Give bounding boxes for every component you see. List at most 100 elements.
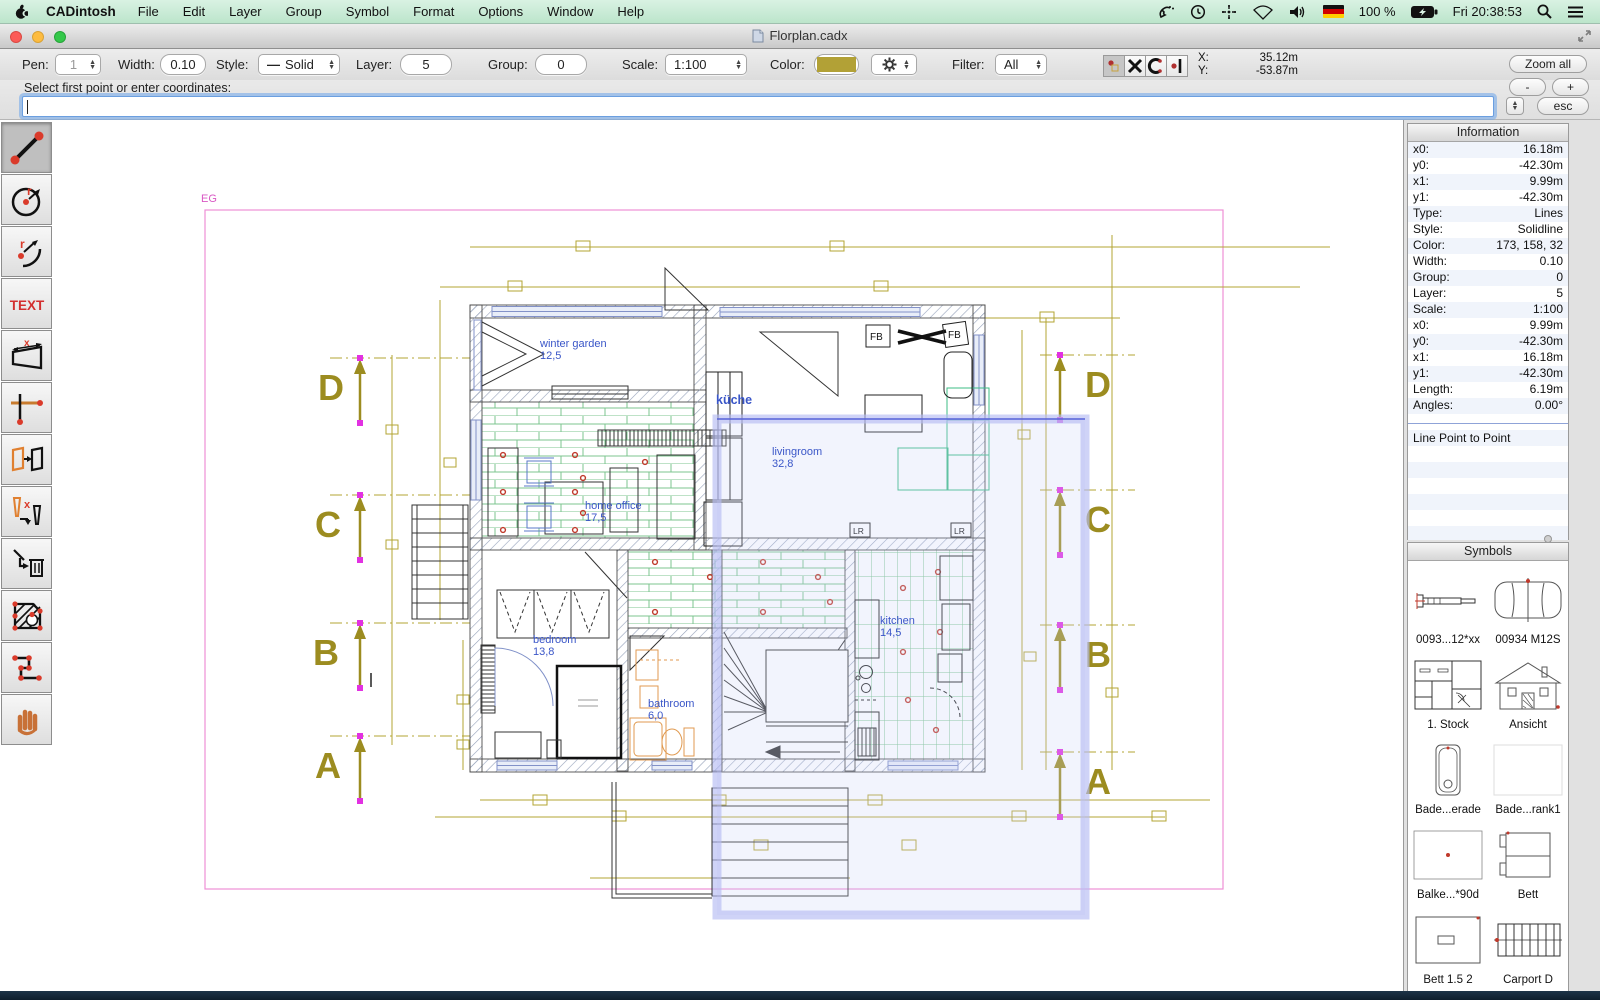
color-label: Color: bbox=[770, 57, 805, 72]
symbol-item[interactable]: 0093...12*xx bbox=[1410, 574, 1486, 646]
symbols-panel: Symbols 0093...12*xx 00934 M12S 1. Stock… bbox=[1407, 542, 1569, 993]
toolbar: Pen: 1 ▲ ▼ Width: 0.10 Style: — Solid ▲ ▼ … bbox=[0, 49, 1600, 80]
style-popup[interactable]: — Solid ▲ ▼ bbox=[258, 54, 340, 75]
document-icon bbox=[752, 29, 764, 43]
group-field[interactable]: 0 bbox=[535, 54, 587, 75]
tool-ortho-point[interactable] bbox=[1, 382, 52, 433]
color-swatch[interactable] bbox=[814, 54, 859, 75]
text-tool-icon: TEXT bbox=[9, 298, 44, 313]
tool-pan[interactable] bbox=[1, 694, 52, 745]
svg-text:D: D bbox=[318, 367, 344, 408]
svg-text:32,8: 32,8 bbox=[772, 458, 793, 470]
svg-text:livingroom: livingroom bbox=[772, 446, 822, 458]
menu-symbol[interactable]: Symbol bbox=[346, 4, 389, 19]
tool-delete[interactable] bbox=[1, 538, 52, 589]
menu-edit[interactable]: Edit bbox=[183, 4, 205, 19]
spotlight-search-icon[interactable] bbox=[1537, 4, 1552, 19]
menu-format[interactable]: Format bbox=[413, 4, 454, 19]
tool-modify-pen[interactable]: x bbox=[1, 486, 52, 537]
symbol-item[interactable]: 00934 M12S bbox=[1490, 574, 1566, 646]
title-bar[interactable]: Florplan.cadx bbox=[0, 24, 1600, 49]
layer-field[interactable]: 5 bbox=[400, 54, 452, 75]
restore-clock-icon[interactable] bbox=[1190, 4, 1206, 20]
wifi-icon[interactable] bbox=[1252, 4, 1274, 20]
snap-edge-toggle[interactable] bbox=[1166, 55, 1188, 77]
info-footer: Line Point to Point bbox=[1413, 431, 1511, 445]
snap-point-toggle[interactable] bbox=[1103, 55, 1125, 77]
coordinate-input[interactable] bbox=[22, 96, 1494, 117]
tool-copy-symbol[interactable] bbox=[1, 434, 52, 485]
notification-list-icon[interactable] bbox=[1567, 5, 1584, 19]
symbol-item[interactable]: Bade...rank1 bbox=[1490, 744, 1566, 816]
svg-text:D: D bbox=[1085, 364, 1111, 405]
svg-text:r: r bbox=[20, 237, 25, 251]
floorplan-canvas[interactable]: EG D C B A D C B A FB FB winter garden12… bbox=[0, 120, 1403, 991]
tool-text[interactable]: TEXT bbox=[1, 278, 52, 329]
modify-pen-tool-icon: x bbox=[12, 496, 41, 525]
svg-text:B: B bbox=[313, 632, 339, 673]
svg-text:12,5: 12,5 bbox=[540, 350, 561, 362]
zoom-in-button[interactable]: + bbox=[1552, 78, 1589, 96]
menu-clock: Fri 20:38:53 bbox=[1452, 4, 1522, 19]
symbol-item[interactable]: Carport D bbox=[1490, 914, 1566, 986]
menu-file[interactable]: File bbox=[138, 4, 159, 19]
car-symbol-icon bbox=[1494, 578, 1562, 622]
tool-circle-radius[interactable]: r bbox=[1, 174, 52, 225]
symbol-item[interactable]: Bett bbox=[1490, 829, 1566, 901]
symbols-panel-title: Symbols bbox=[1408, 543, 1568, 561]
prompt-label: Select first point or enter coordinates: bbox=[24, 81, 232, 95]
menu-group[interactable]: Group bbox=[286, 4, 322, 19]
window-title: Florplan.cadx bbox=[0, 28, 1600, 43]
ortho-tool-icon bbox=[10, 393, 43, 425]
width-field[interactable]: 0.10 bbox=[160, 54, 206, 75]
volume-icon[interactable] bbox=[1289, 4, 1308, 20]
history-stepper[interactable]: ▲ ▼ bbox=[1506, 97, 1524, 115]
symbol-item[interactable]: 1. Stock bbox=[1410, 659, 1486, 731]
x-value: 35.12m bbox=[1259, 52, 1298, 64]
symbol-item[interactable]: Bade...erade bbox=[1410, 744, 1486, 816]
tool-palette: r r TEXT x x bbox=[1, 122, 53, 746]
tool-arc-radius[interactable]: r bbox=[1, 226, 52, 277]
scale-popup[interactable]: 1:100 ▲ ▼ bbox=[665, 54, 747, 75]
menu-status-area: 100 % Fri 20:38:53 bbox=[1158, 4, 1600, 20]
zoom-all-button[interactable]: Zoom all bbox=[1509, 55, 1587, 73]
esc-button[interactable]: esc bbox=[1537, 97, 1589, 115]
layer-label: Layer: bbox=[356, 57, 393, 72]
tool-polyline[interactable] bbox=[1, 642, 52, 693]
svg-text:A: A bbox=[315, 745, 341, 786]
x-label: X: bbox=[1198, 52, 1209, 64]
menu-layer[interactable]: Layer bbox=[229, 4, 262, 19]
menu-bar: CADintosh File Edit Layer Group Symbol F… bbox=[0, 0, 1600, 24]
menu-app-name[interactable]: CADintosh bbox=[46, 4, 116, 19]
svg-text:küche: küche bbox=[716, 393, 752, 407]
bluetooth-icon[interactable] bbox=[1221, 4, 1237, 20]
zoom-out-button[interactable]: - bbox=[1509, 78, 1546, 96]
menu-options[interactable]: Options bbox=[478, 4, 523, 19]
svg-text:14,5: 14,5 bbox=[880, 627, 901, 639]
snap-off-toggle[interactable] bbox=[1124, 55, 1146, 77]
symbol-item[interactable]: Balke...*90d bbox=[1410, 829, 1486, 901]
menu-window[interactable]: Window bbox=[547, 4, 593, 19]
phone-icon[interactable] bbox=[1158, 4, 1175, 19]
apple-menu[interactable] bbox=[14, 4, 28, 20]
tool-dimension[interactable]: x bbox=[1, 330, 52, 381]
arc-tool-icon: r bbox=[17, 237, 41, 267]
hatch-tool-icon bbox=[11, 600, 43, 631]
snap-center-toggle[interactable] bbox=[1145, 55, 1167, 77]
menu-help[interactable]: Help bbox=[617, 4, 644, 19]
selection-overlay bbox=[712, 414, 1090, 920]
tool-line[interactable] bbox=[1, 122, 52, 173]
text-caret bbox=[27, 100, 28, 114]
gear-popup[interactable]: ▲ ▼ bbox=[871, 54, 917, 75]
german-flag-icon[interactable] bbox=[1322, 5, 1344, 18]
filter-popup[interactable]: All ▲ ▼ bbox=[995, 54, 1047, 75]
symbol-item[interactable]: Bett 1.5 2 bbox=[1410, 914, 1486, 986]
pen-stepper[interactable]: 1 ▲ ▼ bbox=[55, 54, 101, 75]
beam-symbol-icon bbox=[1413, 830, 1483, 880]
tool-hatch[interactable] bbox=[1, 590, 52, 641]
svg-text:17,5: 17,5 bbox=[585, 512, 606, 524]
copy-tool-icon bbox=[11, 446, 43, 471]
fullscreen-icon[interactable] bbox=[1577, 29, 1592, 43]
symbol-item[interactable]: Ansicht bbox=[1490, 659, 1566, 731]
battery-icon bbox=[1410, 5, 1438, 18]
